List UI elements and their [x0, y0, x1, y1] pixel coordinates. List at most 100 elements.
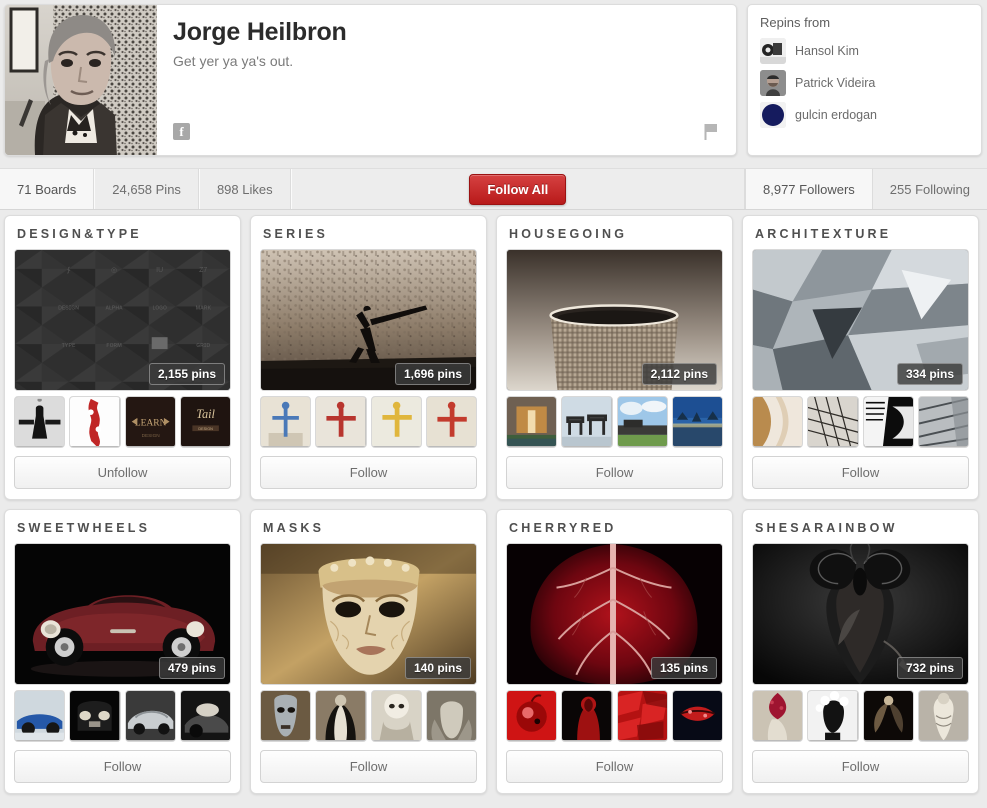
board-thumbnail[interactable]	[14, 690, 65, 742]
board-thumbnail[interactable]	[752, 690, 803, 742]
board-card[interactable]: ARCHITEXTURE 334 pins	[742, 215, 979, 500]
board-thumbnail[interactable]	[426, 396, 477, 448]
board-thumbnail[interactable]	[617, 690, 668, 742]
board-thumbnail[interactable]	[863, 396, 914, 448]
facebook-icon[interactable]: f	[173, 123, 190, 140]
svg-text:ᴅᴇsɪɢɴ: ᴅᴇsɪɢɴ	[58, 304, 79, 311]
stat-pins[interactable]: 24,658 Pins	[94, 169, 199, 209]
thumbnail-image-icon	[864, 691, 913, 740]
board-follow-button[interactable]: Follow	[752, 456, 969, 489]
board-cover[interactable]: 135 pins	[506, 543, 723, 685]
thumbnail-image-icon	[261, 691, 310, 740]
board-card[interactable]: SWEETWHEELS 479 pins	[4, 509, 241, 794]
board-cover[interactable]: 1,696 pins	[260, 249, 477, 391]
thumbnail-image-icon	[808, 691, 857, 740]
board-cover[interactable]: 732 pins	[752, 543, 969, 685]
board-thumbnail[interactable]	[260, 690, 311, 742]
repin-user-avatar	[760, 102, 786, 128]
thumbnail-image-icon	[507, 691, 556, 740]
board-thumbnail[interactable]	[426, 690, 477, 742]
board-thumbnail[interactable]	[918, 690, 969, 742]
thumbnail-image-icon	[427, 691, 476, 740]
board-thumbnail[interactable]	[371, 396, 422, 448]
thumbnail-image-icon	[261, 397, 310, 446]
svg-text:∱: ∱	[67, 266, 71, 274]
board-title: ARCHITEXTURE	[755, 227, 969, 241]
board-follow-button[interactable]: Unfollow	[14, 456, 231, 489]
svg-text:ᴀʟᴘʜᴀ: ᴀʟᴘʜᴀ	[106, 304, 124, 311]
board-thumbnail[interactable]	[672, 396, 723, 448]
pin-count-badge: 2,112 pins	[642, 363, 717, 385]
profile-info: Jorge Heilbron Get yer ya ya's out. f	[157, 5, 736, 155]
board-card[interactable]: DESIGN&TYPE ∱◎IUZ7 ᴅᴇsɪɢɴᴀʟᴘʜᴀʟᴏɢᴏᴍᴀʀᴋ ᴛ…	[4, 215, 241, 500]
board-thumbnail[interactable]: TailDESIGN	[180, 396, 231, 448]
stat-boards[interactable]: 71 Boards	[0, 169, 94, 209]
board-follow-button[interactable]: Follow	[752, 750, 969, 783]
board-thumbnail[interactable]	[617, 396, 668, 448]
svg-text:◎: ◎	[111, 267, 117, 274]
board-card[interactable]: SERIES	[250, 215, 487, 500]
board-thumbnail[interactable]	[315, 396, 366, 448]
board-card[interactable]: MASKS	[250, 509, 487, 794]
board-card[interactable]: HOUSEGOING	[496, 215, 733, 500]
svg-text:ɢʀɪᴅ: ɢʀɪᴅ	[196, 342, 210, 349]
board-card[interactable]: SHESARAINBOW	[742, 509, 979, 794]
board-cover[interactable]: 2,112 pins	[506, 249, 723, 391]
board-thumbnails: LEARNDESIGN TailDESIGN	[14, 396, 231, 448]
board-thumbnail[interactable]	[371, 690, 422, 742]
stats-spacer-left	[291, 169, 462, 209]
board-follow-button[interactable]: Follow	[14, 750, 231, 783]
profile-stats-bar: 71 Boards 24,658 Pins 898 Likes Follow A…	[0, 168, 987, 210]
board-thumbnail[interactable]	[506, 396, 557, 448]
board-thumbnail[interactable]	[918, 396, 969, 448]
board-thumbnail[interactable]	[14, 396, 65, 448]
board-thumbnail[interactable]	[807, 396, 858, 448]
stat-followers[interactable]: 8,977 Followers	[745, 169, 872, 209]
stat-following[interactable]: 255 Following	[872, 169, 987, 209]
board-thumbnail[interactable]	[752, 396, 803, 448]
board-follow-button[interactable]: Follow	[260, 456, 477, 489]
board-thumbnails	[260, 690, 477, 742]
board-thumbnail[interactable]	[180, 690, 231, 742]
board-follow-button[interactable]: Follow	[506, 456, 723, 489]
pin-count-badge: 1,696 pins	[395, 363, 471, 385]
board-thumbnail[interactable]	[69, 690, 120, 742]
board-thumbnail[interactable]	[260, 396, 311, 448]
board-card[interactable]: CHERRYRED	[496, 509, 733, 794]
repin-user-item[interactable]: Hansol Kim	[760, 38, 969, 64]
board-cover[interactable]: 334 pins	[752, 249, 969, 391]
board-thumbnail[interactable]: LEARNDESIGN	[125, 396, 176, 448]
repin-user-item[interactable]: gulcin erdogan	[760, 102, 969, 128]
board-thumbnail[interactable]	[125, 690, 176, 742]
board-thumbnail[interactable]	[69, 396, 120, 448]
board-thumbnail[interactable]	[561, 396, 612, 448]
thumbnail-image-icon	[15, 691, 64, 740]
stat-likes[interactable]: 898 Likes	[199, 169, 291, 209]
follow-all-wrap: Follow All	[461, 169, 574, 209]
thumbnail-image-icon: LEARNDESIGN	[126, 397, 175, 446]
board-cover[interactable]: 140 pins	[260, 543, 477, 685]
board-thumbnail[interactable]	[863, 690, 914, 742]
avatar-image-icon	[760, 102, 786, 128]
follow-all-button[interactable]: Follow All	[469, 174, 566, 205]
thumbnail-image-icon	[126, 691, 175, 740]
board-cover[interactable]: 479 pins	[14, 543, 231, 685]
board-follow-button[interactable]: Follow	[506, 750, 723, 783]
board-thumbnail[interactable]	[807, 690, 858, 742]
thumbnail-image-icon	[618, 691, 667, 740]
pin-count-badge: 2,155 pins	[149, 363, 225, 385]
board-follow-button[interactable]: Follow	[260, 750, 477, 783]
board-thumbnail[interactable]	[672, 690, 723, 742]
board-thumbnail[interactable]	[506, 690, 557, 742]
repin-user-item[interactable]: Patrick Videira	[760, 70, 969, 96]
board-thumbnail[interactable]	[315, 690, 366, 742]
thumbnail-image-icon	[618, 397, 667, 446]
flag-icon[interactable]	[704, 123, 718, 141]
thumbnail-image-icon	[427, 397, 476, 446]
thumbnail-image-icon	[372, 691, 421, 740]
board-cover[interactable]: ∱◎IUZ7 ᴅᴇsɪɢɴᴀʟᴘʜᴀʟᴏɢᴏᴍᴀʀᴋ ᴛʏᴘᴇꜰᴏʀᴍɢʀɪᴅ …	[14, 249, 231, 391]
board-thumbnails	[752, 396, 969, 448]
board-thumbnail[interactable]	[561, 690, 612, 742]
thumbnail-image-icon	[753, 691, 802, 740]
thumbnail-image-icon	[70, 691, 119, 740]
